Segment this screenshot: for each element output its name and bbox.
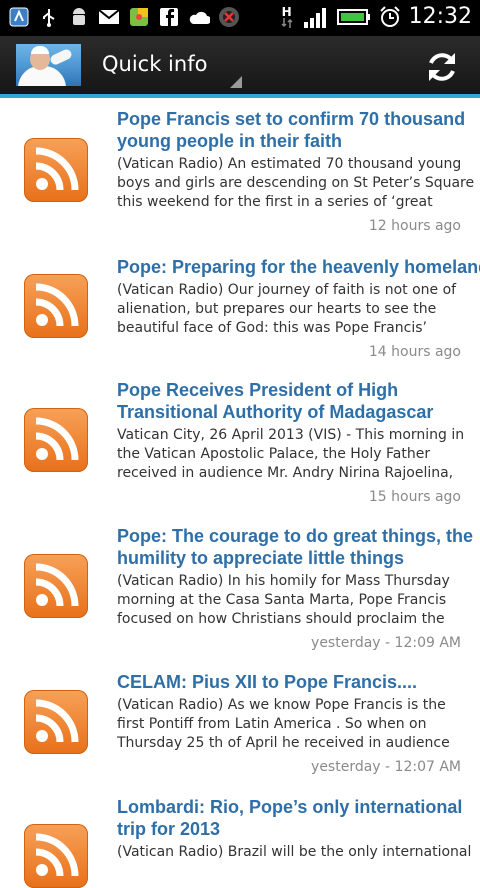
item-title-line[interactable]: Pope Receives President of High	[117, 379, 477, 401]
refresh-icon	[429, 53, 455, 81]
notification-icons	[8, 6, 240, 28]
item-description-line: (Vatican Radio) In his homily for Mass T…	[117, 573, 450, 589]
feed-item[interactable]: Pope Receives President of High Transiti…	[0, 372, 480, 518]
item-description-line: (Vatican Radio) An estimated 70 thousand…	[117, 156, 462, 172]
item-description-line: first Pontiff from Latin America . So wh…	[117, 716, 427, 732]
network-type-icon: H	[279, 6, 295, 28]
item-timestamp: yesterday - 12:09 AM	[311, 635, 461, 651]
item-title-line[interactable]: Pope: The courage to do great things, th…	[117, 525, 477, 547]
app-logo-avatar[interactable]	[16, 44, 81, 86]
feed-selector-title[interactable]: Quick info	[102, 52, 207, 76]
item-description-line: morning at the Casa Santa Marta, Pope Fr…	[117, 592, 447, 608]
rss-icon	[24, 824, 88, 888]
feed-item[interactable]: CELAM: Pius XII to Pope Francis.... (Vat…	[0, 664, 480, 790]
item-description-line: this weekend for the first in a series o…	[117, 194, 433, 210]
item-description-line: alienation, but prepares our hearts to s…	[117, 301, 437, 317]
app-notification-icon	[8, 6, 30, 28]
alarm-icon	[379, 5, 401, 28]
feed-item[interactable]: Pope Francis set to confirm 70 thousand …	[0, 98, 480, 246]
item-description-line: Vatican City, 26 April 2013 (VIS) - This…	[117, 427, 465, 443]
rss-icon	[24, 554, 88, 618]
feed-item[interactable]: Lombardi: Rio, Pope’s only international…	[0, 790, 480, 888]
item-timestamp: 15 hours ago	[368, 489, 461, 505]
rss-icon	[24, 138, 88, 202]
rss-icon	[24, 690, 88, 754]
usb-icon	[38, 6, 60, 28]
rss-icon	[24, 274, 88, 338]
item-title-line[interactable]: Lombardi: Rio, Pope’s only international	[117, 796, 477, 818]
facebook-icon	[158, 6, 180, 28]
item-title-line[interactable]: young people in their faith	[117, 130, 477, 152]
battery-icon	[336, 6, 371, 28]
cloud-icon	[188, 6, 210, 28]
item-timestamp: yesterday - 12:07 AM	[311, 759, 461, 775]
item-title-line[interactable]: Pope Francis set to confirm 70 thousand	[117, 108, 477, 130]
network-type-label: H	[281, 4, 292, 19]
item-timestamp: 14 hours ago	[368, 344, 461, 360]
item-title-line[interactable]: Transitional Authority of Madagascar	[117, 401, 477, 423]
item-description-line: received in audience Mr. Andry Nirina Ra…	[117, 465, 454, 481]
signal-strength-icon	[303, 6, 329, 28]
item-title-line[interactable]: trip for 2013	[117, 818, 477, 840]
item-description-line: focused on how Christians should proclai…	[117, 611, 445, 627]
dropdown-caret-icon[interactable]	[230, 76, 242, 88]
item-timestamp: 12 hours ago	[368, 218, 461, 234]
android-debug-icon	[68, 6, 90, 28]
item-description-line: (Vatican Radio) Our journey of faith is …	[117, 282, 457, 298]
clock-time: 12:32	[408, 4, 472, 29]
rss-icon	[24, 408, 88, 472]
item-description-line: (Vatican Radio) As we know Pope Francis …	[117, 697, 446, 713]
item-description-line: (Vatican Radio) Brazil will be the only …	[117, 844, 472, 860]
feed-item[interactable]: Pope: The courage to do great things, th…	[0, 518, 480, 664]
status-bar: H 12:32	[0, 0, 480, 36]
item-title-line[interactable]: Pope: Preparing for the heavenly homelan…	[117, 256, 480, 278]
item-title-line[interactable]: CELAM: Pius XII to Pope Francis....	[117, 671, 477, 693]
media-icon	[218, 6, 240, 28]
refresh-button[interactable]	[424, 49, 460, 85]
system-icons: H 12:32	[279, 4, 472, 29]
item-description-line: boys and girls are descending on St Pete…	[117, 175, 475, 191]
mail-icon	[98, 6, 120, 28]
maps-icon	[128, 6, 150, 28]
news-feed-list: Pope Francis set to confirm 70 thousand …	[0, 98, 480, 888]
feed-item[interactable]: Pope: Preparing for the heavenly homelan…	[0, 246, 480, 372]
item-description-line: the Vatican Apostolic Palace, the Holy F…	[117, 446, 431, 462]
item-description-line: Thursday 25 th of April he received in a…	[117, 735, 450, 751]
item-description-line: beautiful face of God: this was Pope Fra…	[117, 320, 427, 336]
item-title-line[interactable]: humility to appreciate little things	[117, 547, 477, 569]
